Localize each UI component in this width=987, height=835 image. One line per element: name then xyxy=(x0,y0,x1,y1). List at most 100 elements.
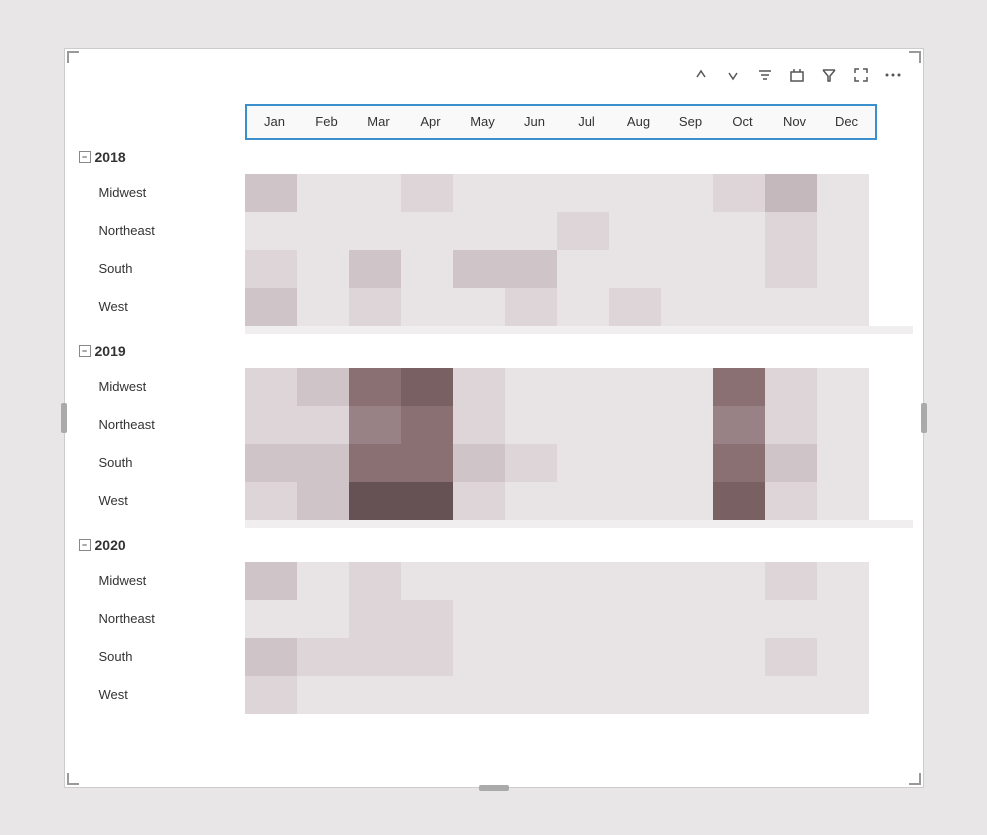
heat-cell[interactable] xyxy=(401,288,453,326)
heat-cell[interactable] xyxy=(713,288,765,326)
heat-cell[interactable] xyxy=(453,482,505,520)
heat-cell[interactable] xyxy=(349,288,401,326)
heat-cell[interactable] xyxy=(297,676,349,714)
heat-cell[interactable] xyxy=(505,174,557,212)
heat-cell[interactable] xyxy=(453,212,505,250)
heat-cell[interactable] xyxy=(349,212,401,250)
heat-cell[interactable] xyxy=(505,250,557,288)
heat-cell[interactable] xyxy=(349,406,401,444)
filter-button[interactable] xyxy=(815,61,843,89)
heat-cell[interactable] xyxy=(609,444,661,482)
heat-cell[interactable] xyxy=(505,638,557,676)
heat-cell[interactable] xyxy=(765,482,817,520)
sort-desc-button[interactable] xyxy=(719,61,747,89)
heat-cell[interactable] xyxy=(453,174,505,212)
heat-cell[interactable] xyxy=(609,638,661,676)
heat-cell[interactable] xyxy=(817,562,869,600)
heat-cell[interactable] xyxy=(401,562,453,600)
heat-cell[interactable] xyxy=(453,250,505,288)
heat-cell[interactable] xyxy=(505,676,557,714)
heat-cell[interactable] xyxy=(609,482,661,520)
heat-cell[interactable] xyxy=(817,600,869,638)
heat-cell[interactable] xyxy=(609,676,661,714)
heat-cell[interactable] xyxy=(817,250,869,288)
heat-cell[interactable] xyxy=(713,482,765,520)
heat-cell[interactable] xyxy=(713,368,765,406)
heat-cell[interactable] xyxy=(557,406,609,444)
heat-cell[interactable] xyxy=(713,676,765,714)
heat-cell[interactable] xyxy=(349,482,401,520)
heat-cell[interactable] xyxy=(609,212,661,250)
heat-cell[interactable] xyxy=(245,406,297,444)
heat-cell[interactable] xyxy=(401,444,453,482)
heat-cell[interactable] xyxy=(817,406,869,444)
heat-cell[interactable] xyxy=(245,600,297,638)
heat-cell[interactable] xyxy=(453,676,505,714)
heat-cell[interactable] xyxy=(505,368,557,406)
heat-cell[interactable] xyxy=(401,600,453,638)
heat-cell[interactable] xyxy=(765,250,817,288)
heat-cell[interactable] xyxy=(713,406,765,444)
heat-cell[interactable] xyxy=(245,368,297,406)
heat-cell[interactable] xyxy=(505,288,557,326)
heat-cell[interactable] xyxy=(557,288,609,326)
heat-cell[interactable] xyxy=(245,288,297,326)
heat-cell[interactable] xyxy=(661,600,713,638)
expand-icon-2018[interactable]: − xyxy=(79,151,91,163)
heat-cell[interactable] xyxy=(765,174,817,212)
heat-cell[interactable] xyxy=(245,250,297,288)
heat-cell[interactable] xyxy=(453,600,505,638)
heat-cell[interactable] xyxy=(453,562,505,600)
heat-cell[interactable] xyxy=(505,444,557,482)
heat-cell[interactable] xyxy=(557,562,609,600)
heat-cell[interactable] xyxy=(765,288,817,326)
heat-cell[interactable] xyxy=(661,212,713,250)
heat-cell[interactable] xyxy=(765,562,817,600)
heat-cell[interactable] xyxy=(505,482,557,520)
heat-cell[interactable] xyxy=(817,368,869,406)
heat-cell[interactable] xyxy=(557,174,609,212)
heat-cell[interactable] xyxy=(661,444,713,482)
heat-cell[interactable] xyxy=(349,562,401,600)
heat-cell[interactable] xyxy=(349,368,401,406)
heat-cell[interactable] xyxy=(349,250,401,288)
heat-cell[interactable] xyxy=(245,444,297,482)
heat-cell[interactable] xyxy=(297,174,349,212)
heat-cell[interactable] xyxy=(765,600,817,638)
heat-cell[interactable] xyxy=(661,638,713,676)
heat-cell[interactable] xyxy=(609,368,661,406)
heat-cell[interactable] xyxy=(453,368,505,406)
heat-cell[interactable] xyxy=(557,600,609,638)
heat-cell[interactable] xyxy=(609,174,661,212)
heat-cell[interactable] xyxy=(817,676,869,714)
heat-cell[interactable] xyxy=(349,638,401,676)
heat-cell[interactable] xyxy=(349,600,401,638)
sort-asc-button[interactable] xyxy=(687,61,715,89)
heat-cell[interactable] xyxy=(661,288,713,326)
heat-cell[interactable] xyxy=(765,406,817,444)
resize-handle-right[interactable] xyxy=(921,403,927,433)
expand-icon-2019[interactable]: − xyxy=(79,345,91,357)
heat-cell[interactable] xyxy=(557,212,609,250)
heat-cell[interactable] xyxy=(557,250,609,288)
heat-cell[interactable] xyxy=(817,288,869,326)
heat-cell[interactable] xyxy=(453,288,505,326)
heat-cell[interactable] xyxy=(349,676,401,714)
heat-cell[interactable] xyxy=(245,174,297,212)
heat-cell[interactable] xyxy=(453,406,505,444)
heat-cell[interactable] xyxy=(401,250,453,288)
heat-cell[interactable] xyxy=(661,482,713,520)
heat-cell[interactable] xyxy=(453,444,505,482)
heat-cell[interactable] xyxy=(505,406,557,444)
heat-cell[interactable] xyxy=(609,250,661,288)
heat-cell[interactable] xyxy=(349,174,401,212)
heat-cell[interactable] xyxy=(661,174,713,212)
heat-cell[interactable] xyxy=(401,676,453,714)
heat-cell[interactable] xyxy=(609,600,661,638)
heat-cell[interactable] xyxy=(453,638,505,676)
resize-handle-left[interactable] xyxy=(61,403,67,433)
heat-cell[interactable] xyxy=(245,482,297,520)
heat-cell[interactable] xyxy=(609,406,661,444)
expand-button[interactable] xyxy=(783,61,811,89)
heat-cell[interactable] xyxy=(297,368,349,406)
